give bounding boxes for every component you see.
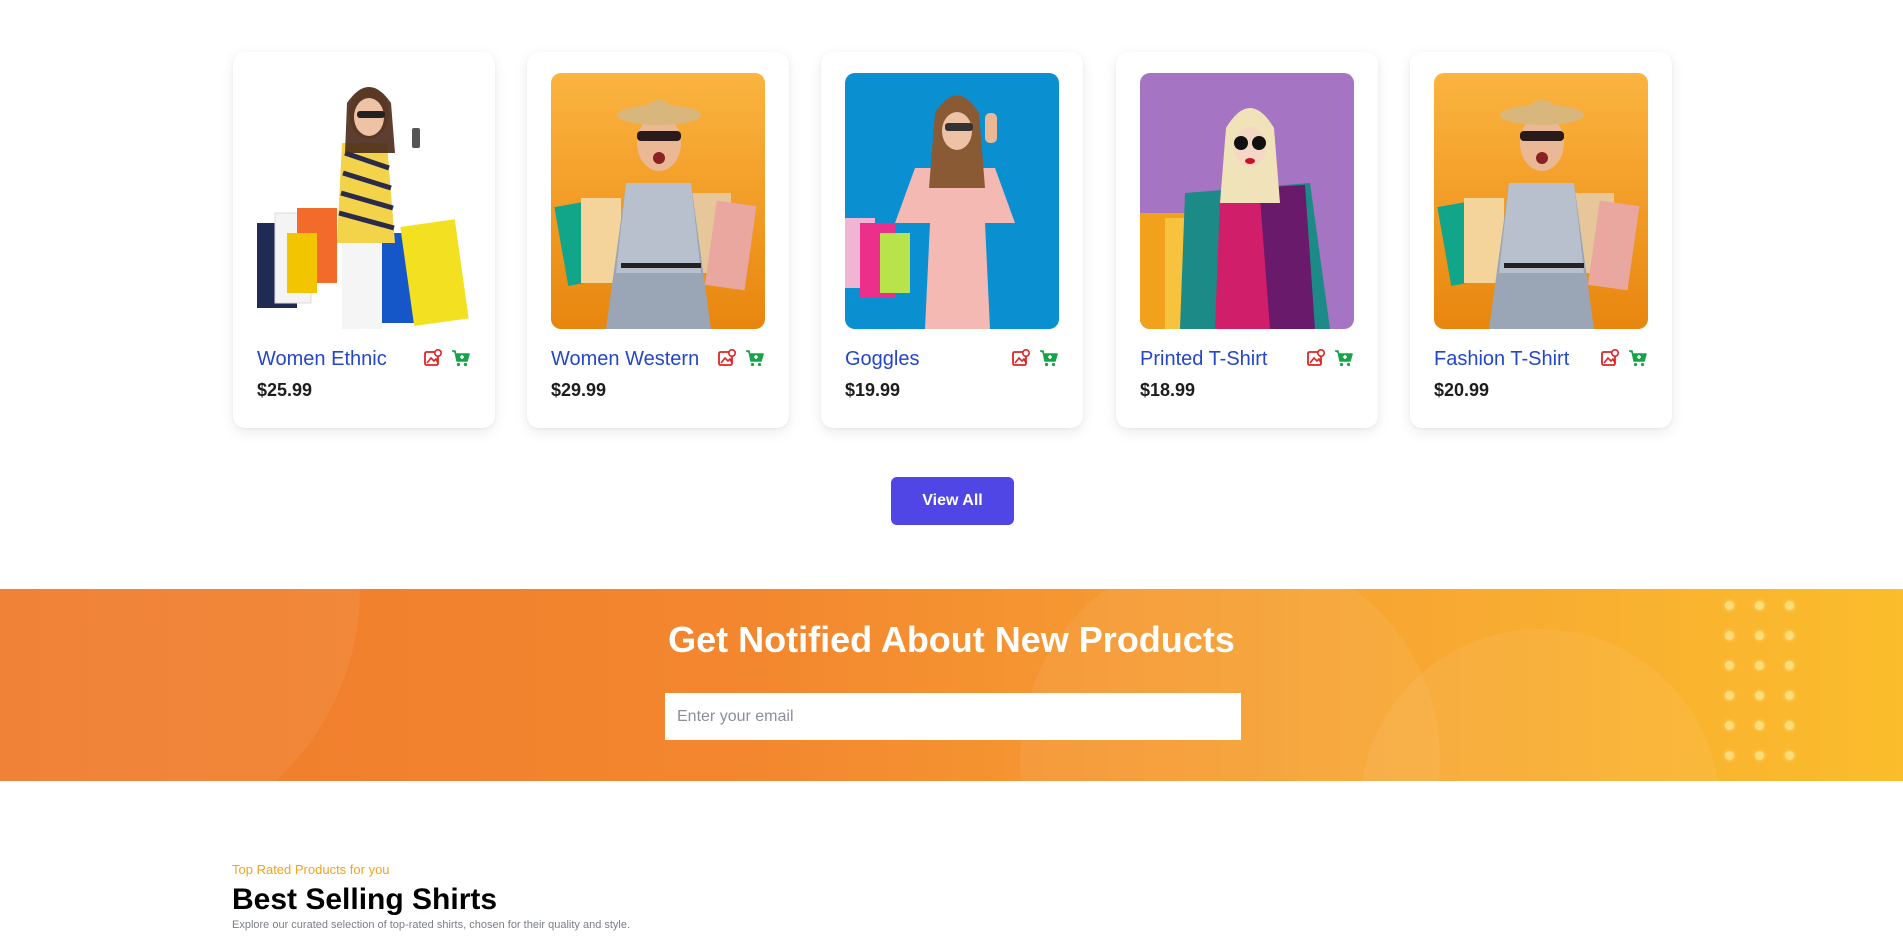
decorative-circle (0, 589, 360, 781)
cart-plus-icon[interactable] (1039, 348, 1059, 368)
product-image[interactable] (1140, 73, 1354, 329)
best-selling-header: Top Rated Products for you Best Selling … (232, 862, 630, 931)
image-icon[interactable] (1011, 348, 1031, 368)
section-tagline: Top Rated Products for you (232, 862, 390, 877)
product-name[interactable]: Printed T-Shirt (1140, 348, 1267, 371)
product-price: $19.99 (845, 380, 901, 400)
product-name[interactable]: Fashion T-Shirt (1434, 348, 1569, 371)
email-input[interactable] (665, 693, 1241, 740)
product-price: $25.99 (257, 380, 313, 400)
image-icon[interactable] (423, 348, 443, 368)
product-image[interactable] (1434, 73, 1648, 329)
product-image[interactable] (845, 73, 1059, 329)
section-description: Explore our curated selection of top-rat… (232, 919, 631, 931)
product-card[interactable]: Goggles $19.99 (821, 52, 1083, 428)
image-icon[interactable] (717, 348, 737, 368)
product-card[interactable]: Printed T-Shirt $18.99 (1116, 52, 1378, 428)
cart-plus-icon[interactable] (745, 348, 765, 368)
cart-plus-icon[interactable] (1628, 348, 1648, 368)
product-name[interactable]: Women Ethnic (257, 348, 387, 371)
product-card[interactable]: Fashion T-Shirt $20.99 (1410, 52, 1672, 428)
product-price: $20.99 (1434, 380, 1490, 400)
product-carousel: Women Ethnic $25.99 Women Western $29.99… (0, 0, 1903, 585)
section-title: Best Selling Shirts (232, 883, 498, 916)
view-all-button[interactable]: View All (891, 477, 1014, 525)
image-icon[interactable] (1306, 348, 1326, 368)
product-price: $29.99 (551, 380, 607, 400)
product-card[interactable]: Women Western $29.99 (527, 52, 789, 428)
product-name[interactable]: Women Western (551, 348, 699, 371)
newsletter-banner: Get Notified About New Products (0, 589, 1903, 781)
product-card[interactable]: Women Ethnic $25.99 (233, 52, 495, 428)
newsletter-heading: Get Notified About New Products (668, 619, 1235, 660)
product-image[interactable] (257, 73, 471, 329)
cart-plus-icon[interactable] (451, 348, 471, 368)
image-icon[interactable] (1600, 348, 1620, 368)
product-image[interactable] (551, 73, 765, 329)
cart-plus-icon[interactable] (1334, 348, 1354, 368)
product-name[interactable]: Goggles (845, 348, 920, 371)
product-price: $18.99 (1140, 380, 1196, 400)
